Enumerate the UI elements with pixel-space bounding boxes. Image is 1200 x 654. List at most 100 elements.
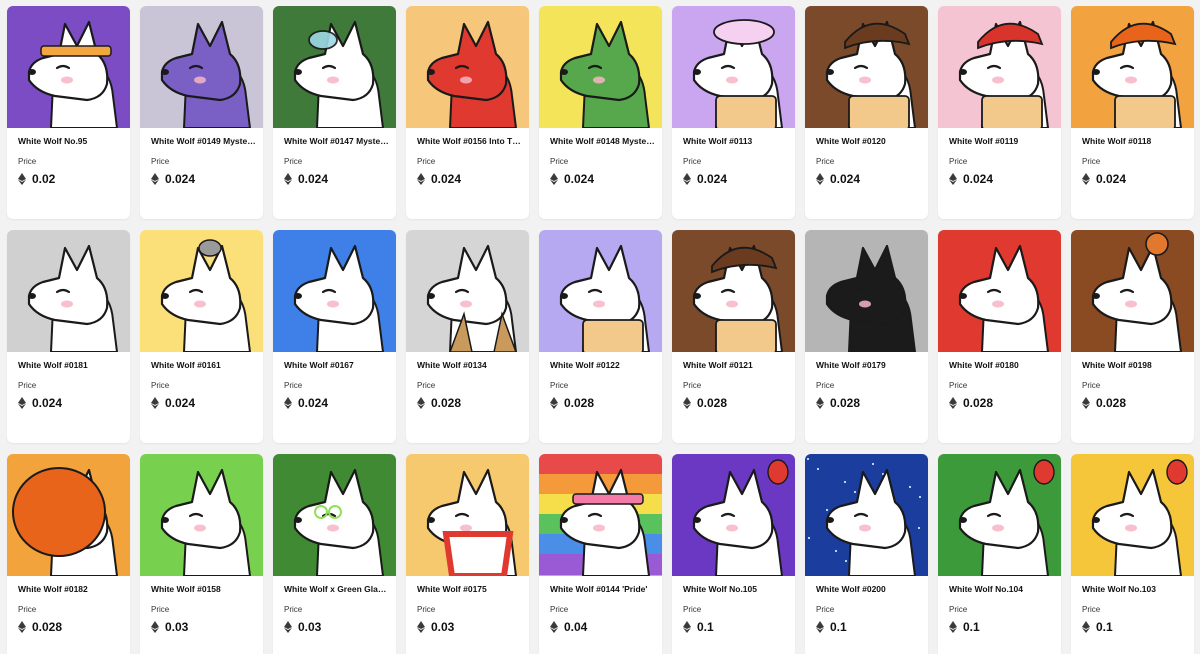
nft-card[interactable]: White Wolf #0120 Price 0.024 bbox=[805, 6, 928, 219]
nft-name[interactable]: White Wolf #0148 Mysterious Box bbox=[550, 136, 656, 146]
nft-name[interactable]: White Wolf x Green Glasses bbox=[284, 584, 390, 594]
nft-name[interactable]: White Wolf #0198 bbox=[1082, 360, 1188, 370]
star bbox=[844, 559, 848, 563]
nft-name[interactable]: White Wolf #0122 bbox=[550, 360, 656, 370]
price-row: 0.024 bbox=[151, 171, 195, 187]
nft-image[interactable] bbox=[140, 454, 263, 576]
nft-name[interactable]: White Wolf #0118 bbox=[1082, 136, 1188, 146]
price-row: 0.1 bbox=[816, 619, 847, 635]
nft-name[interactable]: White Wolf No.104 bbox=[949, 584, 1055, 594]
nft-card[interactable]: White Wolf #0134 Price 0.028 bbox=[406, 230, 529, 443]
nft-card[interactable]: White Wolf No.95 Price 0.02 bbox=[7, 6, 130, 219]
nft-name[interactable]: White Wolf #0113 bbox=[683, 136, 789, 146]
nft-card[interactable]: White Wolf #0158 Price 0.03 bbox=[140, 454, 263, 654]
nft-name[interactable]: White Wolf #0144 'Pride' bbox=[550, 584, 656, 594]
nft-image[interactable] bbox=[7, 6, 130, 128]
nft-name[interactable]: White Wolf #0200 bbox=[816, 584, 922, 594]
nft-image[interactable] bbox=[938, 230, 1061, 352]
nft-image[interactable] bbox=[1071, 6, 1194, 128]
nft-name[interactable]: White Wolf #0175 bbox=[417, 584, 523, 594]
price-value: 0.024 bbox=[165, 172, 196, 186]
nft-card[interactable]: White Wolf #0198 Price 0.028 bbox=[1071, 230, 1194, 443]
nft-name[interactable]: White Wolf #0158 bbox=[151, 584, 257, 594]
nft-name[interactable]: White Wolf No.105 bbox=[683, 584, 789, 594]
nft-name[interactable]: White Wolf #0134 bbox=[417, 360, 523, 370]
price-label: Price bbox=[816, 605, 835, 614]
nft-card[interactable]: White Wolf #0180 Price 0.028 bbox=[938, 230, 1061, 443]
nft-image[interactable] bbox=[539, 454, 662, 576]
nft-image[interactable] bbox=[406, 230, 529, 352]
nft-card[interactable]: White Wolf #0148 Mysterious Box Price 0.02… bbox=[539, 6, 662, 219]
nft-image[interactable] bbox=[406, 454, 529, 576]
wolf-cheek bbox=[194, 300, 206, 308]
nft-card[interactable]: White Wolf #0119 Price 0.024 bbox=[938, 6, 1061, 219]
price-row: 0.02 bbox=[18, 171, 55, 187]
star bbox=[917, 526, 921, 530]
nft-card[interactable]: White Wolf No.104 Price 0.1 bbox=[938, 454, 1061, 654]
nft-image[interactable] bbox=[539, 230, 662, 352]
nft-name[interactable]: White Wolf No.95 bbox=[18, 136, 124, 146]
nft-image[interactable] bbox=[805, 454, 928, 576]
price-row: 0.028 bbox=[417, 395, 461, 411]
nft-name[interactable]: White Wolf #0181 bbox=[18, 360, 124, 370]
price-label: Price bbox=[1082, 605, 1101, 614]
price-value: 0.024 bbox=[963, 172, 994, 186]
nft-name[interactable]: White Wolf #0180 bbox=[949, 360, 1055, 370]
nft-image[interactable] bbox=[140, 230, 263, 352]
wolf-nose bbox=[161, 69, 169, 75]
nft-card[interactable]: White Wolf #0167 Price 0.024 bbox=[273, 230, 396, 443]
star bbox=[825, 508, 829, 512]
nft-image[interactable] bbox=[406, 6, 529, 128]
eth-icon bbox=[683, 397, 691, 409]
nft-image[interactable] bbox=[805, 230, 928, 352]
nft-card[interactable]: White Wolf #0149 Mysterious Box Price 0.02… bbox=[140, 6, 263, 219]
nft-name[interactable]: White Wolf #0119 bbox=[949, 136, 1055, 146]
nft-image[interactable] bbox=[273, 6, 396, 128]
nft-image[interactable] bbox=[672, 454, 795, 576]
price-label: Price bbox=[18, 157, 37, 166]
nft-image[interactable] bbox=[1071, 230, 1194, 352]
nft-card[interactable]: White Wolf #0161 Price 0.024 bbox=[140, 230, 263, 443]
nft-name[interactable]: White Wolf #0156 Into The Night bbox=[417, 136, 523, 146]
nft-image[interactable] bbox=[672, 230, 795, 352]
nft-card[interactable]: White Wolf #0156 Into The Night Price 0.02… bbox=[406, 6, 529, 219]
nft-name[interactable]: White Wolf #0120 bbox=[816, 136, 922, 146]
nft-name[interactable]: White Wolf #0121 bbox=[683, 360, 789, 370]
nft-card[interactable]: White Wolf #0182 Price 0.028 bbox=[7, 454, 130, 654]
nft-image[interactable] bbox=[7, 454, 130, 576]
nft-card[interactable]: White Wolf #0181 Price 0.024 bbox=[7, 230, 130, 443]
nft-image[interactable] bbox=[1071, 454, 1194, 576]
wolf-cheek bbox=[194, 524, 206, 532]
nft-name[interactable]: White Wolf No.103 bbox=[1082, 584, 1188, 594]
nft-name[interactable]: White Wolf #0149 Mysterious Box bbox=[151, 136, 257, 146]
nft-image[interactable] bbox=[273, 230, 396, 352]
nft-card[interactable]: White Wolf #0179 Price 0.028 bbox=[805, 230, 928, 443]
nft-card[interactable]: White Wolf #0121 Price 0.028 bbox=[672, 230, 795, 443]
wolf-nose bbox=[294, 517, 302, 523]
nft-card[interactable]: White Wolf No.105 Price 0.1 bbox=[672, 454, 795, 654]
nft-name[interactable]: White Wolf #0179 bbox=[816, 360, 922, 370]
nft-card[interactable]: White Wolf #0147 Mysterious Box Price 0.02… bbox=[273, 6, 396, 219]
nft-image[interactable] bbox=[7, 230, 130, 352]
nft-image[interactable] bbox=[539, 6, 662, 128]
nft-image[interactable] bbox=[273, 454, 396, 576]
nft-card[interactable]: White Wolf #0113 Price 0.024 bbox=[672, 6, 795, 219]
nft-card[interactable]: White Wolf #0118 Price 0.024 bbox=[1071, 6, 1194, 219]
nft-card[interactable]: White Wolf x Green Glasses Price 0.03 bbox=[273, 454, 396, 654]
nft-image[interactable] bbox=[805, 6, 928, 128]
nft-image[interactable] bbox=[672, 6, 795, 128]
nft-card[interactable]: White Wolf #0200 Price 0.1 bbox=[805, 454, 928, 654]
nft-card[interactable]: White Wolf No.103 Price 0.1 bbox=[1071, 454, 1194, 654]
nft-name[interactable]: White Wolf #0167 bbox=[284, 360, 390, 370]
nft-card[interactable]: White Wolf #0144 'Pride' Price 0.04 bbox=[539, 454, 662, 654]
price-row: 0.028 bbox=[683, 395, 727, 411]
nft-image[interactable] bbox=[938, 6, 1061, 128]
nft-image[interactable] bbox=[140, 6, 263, 128]
nft-card[interactable]: White Wolf #0175 Price 0.03 bbox=[406, 454, 529, 654]
nft-name[interactable]: White Wolf #0161 bbox=[151, 360, 257, 370]
nft-name[interactable]: White Wolf #0182 bbox=[18, 584, 124, 594]
wolf-cheek bbox=[992, 300, 1004, 308]
nft-card[interactable]: White Wolf #0122 Price 0.028 bbox=[539, 230, 662, 443]
nft-name[interactable]: White Wolf #0147 Mysterious Box bbox=[284, 136, 390, 146]
nft-image[interactable] bbox=[938, 454, 1061, 576]
